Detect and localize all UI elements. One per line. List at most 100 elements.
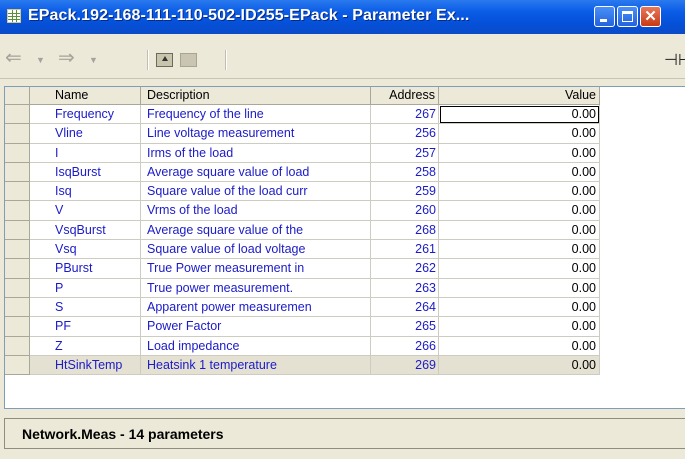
close-button[interactable]: ✕ (640, 6, 661, 27)
parameter-value-cell[interactable]: 0.00 (439, 297, 600, 318)
parameter-value-cell[interactable]: 0.00 (439, 162, 600, 183)
table-row[interactable]: Isq Square value of the load curr 259 0.00 (5, 182, 600, 202)
maximize-button[interactable] (617, 6, 638, 27)
row-selector[interactable] (5, 278, 30, 298)
parameter-address-cell[interactable]: 266 (371, 336, 439, 356)
parameter-description-cell[interactable]: Frequency of the line (141, 105, 371, 125)
parameter-address-cell[interactable]: 263 (371, 278, 439, 298)
parameter-name-cell[interactable]: Vsq (30, 240, 141, 260)
row-selector[interactable] (5, 259, 30, 279)
row-selector[interactable] (5, 162, 30, 183)
parameter-name-cell[interactable]: Frequency (30, 105, 141, 125)
parameter-name-cell[interactable]: I (30, 143, 141, 163)
title-bar[interactable]: EPack.192-168-111-110-502-ID255-EPack - … (0, 0, 685, 34)
pin-icon[interactable]: ⊣⊢ (664, 50, 685, 70)
row-selector[interactable] (5, 143, 30, 163)
up-folder-icon[interactable] (156, 53, 173, 67)
row-selector[interactable] (5, 105, 30, 125)
row-selector[interactable] (5, 220, 30, 241)
table-row[interactable]: HtSinkTemp Heatsink 1 temperature 269 0.00 (5, 355, 600, 376)
parameter-description-cell[interactable]: Average square value of load (141, 162, 371, 183)
parameter-value-cell[interactable]: 0.00 (439, 182, 600, 202)
parameter-value-cell[interactable]: 0.00 (439, 259, 600, 279)
parameter-value-cell[interactable]: 0.00 (439, 220, 600, 241)
table-row[interactable]: Z Load impedance 266 0.00 (5, 336, 600, 356)
parameter-name-cell[interactable]: PF (30, 317, 141, 337)
table-row[interactable]: V Vrms of the load 260 0.00 (5, 201, 600, 221)
parameter-description-cell[interactable]: Heatsink 1 temperature (141, 355, 371, 376)
parameter-value-cell[interactable]: 0.00 (439, 278, 600, 298)
parameter-description-cell[interactable]: Load impedance (141, 336, 371, 356)
forward-dropdown-icon[interactable]: ▼ (89, 51, 98, 69)
column-header-description[interactable]: Description (141, 87, 371, 105)
row-selector[interactable] (5, 355, 30, 376)
forward-arrow-icon[interactable]: ⇒ (58, 48, 75, 68)
parameter-name-cell[interactable]: V (30, 201, 141, 221)
column-header-value[interactable]: Value (439, 87, 600, 105)
row-selector[interactable] (5, 336, 30, 356)
parameter-description-cell[interactable]: True Power measurement in (141, 259, 371, 279)
table-row[interactable]: Vsq Square value of load voltage 261 0.00 (5, 240, 600, 260)
table-row[interactable]: S Apparent power measuremen 264 0.00 (5, 297, 600, 318)
row-selector[interactable] (5, 182, 30, 202)
parameter-address-cell[interactable]: 259 (371, 182, 439, 202)
row-selector[interactable] (5, 297, 30, 318)
back-arrow-icon[interactable]: ⇐ (5, 48, 22, 68)
parameter-name-cell[interactable]: Vline (30, 124, 141, 144)
back-dropdown-icon[interactable]: ▼ (36, 51, 45, 69)
parameter-name-cell[interactable]: VsqBurst (30, 220, 141, 241)
parameter-value-cell[interactable]: 0.00 (439, 105, 600, 125)
folder-icon[interactable] (180, 53, 197, 67)
parameter-value-cell[interactable]: 0.00 (439, 143, 600, 163)
parameter-description-cell[interactable]: Power Factor (141, 317, 371, 337)
parameter-address-cell[interactable]: 261 (371, 240, 439, 260)
parameter-address-cell[interactable]: 264 (371, 297, 439, 318)
parameter-address-cell[interactable]: 265 (371, 317, 439, 337)
table-row[interactable]: Vline Line voltage measurement 256 0.00 (5, 124, 600, 144)
parameter-address-cell[interactable]: 258 (371, 162, 439, 183)
parameter-address-cell[interactable]: 257 (371, 143, 439, 163)
minimize-button[interactable] (594, 6, 615, 27)
parameter-name-cell[interactable]: HtSinkTemp (30, 355, 141, 376)
table-row[interactable]: Frequency Frequency of the line 267 0.00 (5, 105, 600, 125)
table-row[interactable]: I Irms of the load 257 0.00 (5, 143, 600, 163)
parameter-value-cell[interactable]: 0.00 (439, 124, 600, 144)
table-row[interactable]: P True power measurement. 263 0.00 (5, 278, 600, 298)
parameter-address-cell[interactable]: 267 (371, 105, 439, 125)
window-title: EPack.192-168-111-110-502-ID255-EPack - … (28, 7, 470, 24)
parameter-value-cell[interactable]: 0.00 (439, 355, 600, 376)
parameter-value-cell[interactable]: 0.00 (439, 240, 600, 260)
table-row[interactable]: IsqBurst Average square value of load 258 0… (5, 162, 600, 183)
row-selector[interactable] (5, 124, 30, 144)
parameter-address-cell[interactable]: 269 (371, 355, 439, 376)
parameter-description-cell[interactable]: Irms of the load (141, 143, 371, 163)
parameter-description-cell[interactable]: True power measurement. (141, 278, 371, 298)
table-row[interactable]: PF Power Factor 265 0.00 (5, 317, 600, 337)
parameter-address-cell[interactable]: 262 (371, 259, 439, 279)
row-selector[interactable] (5, 201, 30, 221)
parameter-description-cell[interactable]: Average square value of the (141, 220, 371, 241)
column-header-name[interactable]: Name (30, 87, 141, 105)
table-row[interactable]: VsqBurst Average square value of the 268 0.… (5, 220, 600, 241)
row-selector[interactable] (5, 317, 30, 337)
parameter-name-cell[interactable]: PBurst (30, 259, 141, 279)
parameter-description-cell[interactable]: Line voltage measurement (141, 124, 371, 144)
parameter-name-cell[interactable]: IsqBurst (30, 162, 141, 183)
parameter-description-cell[interactable]: Apparent power measuremen (141, 297, 371, 318)
parameter-value-cell[interactable]: 0.00 (439, 317, 600, 337)
column-header-address[interactable]: Address (371, 87, 439, 105)
parameter-address-cell[interactable]: 268 (371, 220, 439, 241)
table-row[interactable]: PBurst True Power measurement in 262 0.00 (5, 259, 600, 279)
parameter-address-cell[interactable]: 260 (371, 201, 439, 221)
parameter-description-cell[interactable]: Square value of load voltage (141, 240, 371, 260)
parameter-address-cell[interactable]: 256 (371, 124, 439, 144)
parameter-name-cell[interactable]: P (30, 278, 141, 298)
parameter-description-cell[interactable]: Vrms of the load (141, 201, 371, 221)
parameter-description-cell[interactable]: Square value of the load curr (141, 182, 371, 202)
parameter-value-cell[interactable]: 0.00 (439, 201, 600, 221)
parameter-value-cell[interactable]: 0.00 (439, 336, 600, 356)
row-selector[interactable] (5, 240, 30, 260)
parameter-name-cell[interactable]: Z (30, 336, 141, 356)
parameter-name-cell[interactable]: S (30, 297, 141, 318)
parameter-name-cell[interactable]: Isq (30, 182, 141, 202)
